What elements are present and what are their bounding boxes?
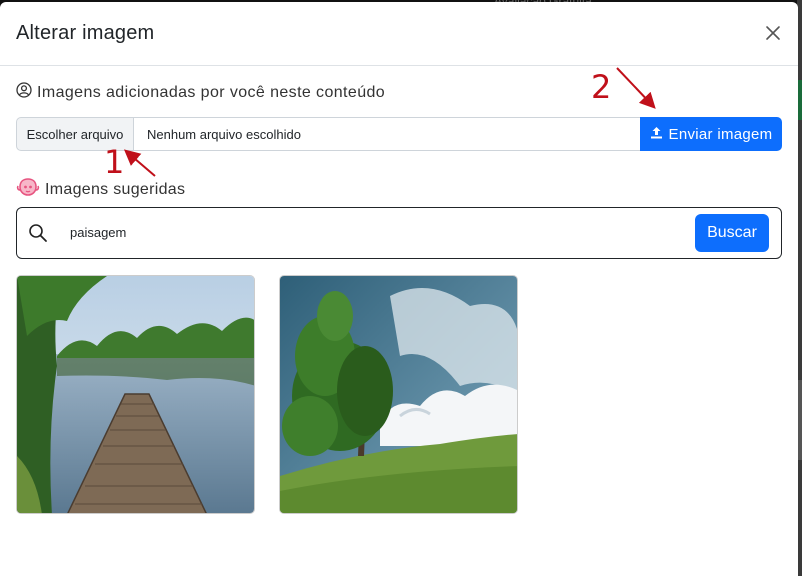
user-circle-icon: [16, 82, 32, 103]
modal-title: Alterar imagem: [16, 22, 155, 44]
annotation-number-1: 1: [104, 143, 125, 181]
user-images-heading: Imagens adicionadas por você neste conte…: [16, 82, 385, 103]
annotation-number-2: 2: [591, 68, 612, 106]
upload-icon: [650, 126, 663, 143]
search-icon: [28, 223, 48, 248]
mascot-icon: [16, 177, 40, 202]
modal-header: Alterar imagem: [0, 2, 798, 66]
change-image-modal: Alterar imagem Imagens adicionadas por v…: [0, 2, 798, 576]
search-input[interactable]: paisagem: [70, 225, 126, 240]
upload-image-button[interactable]: Enviar imagem: [640, 117, 782, 151]
close-icon[interactable]: [764, 24, 782, 42]
file-upload-group: Escolher arquivo Nenhum arquivo escolhid…: [16, 117, 782, 151]
image-search-box: paisagem Buscar: [16, 207, 782, 259]
upload-button-label: Enviar imagem: [668, 125, 773, 143]
user-images-label: Imagens adicionadas por você neste conte…: [37, 83, 386, 101]
suggested-image-hill[interactable]: [279, 275, 518, 514]
suggested-images-heading: Imagens sugeridas: [16, 177, 185, 202]
suggested-images-label: Imagens sugeridas: [45, 180, 186, 198]
search-button[interactable]: Buscar: [695, 214, 769, 252]
file-status[interactable]: Nenhum arquivo escolhido: [134, 117, 640, 151]
suggested-image-pier[interactable]: [16, 275, 255, 514]
